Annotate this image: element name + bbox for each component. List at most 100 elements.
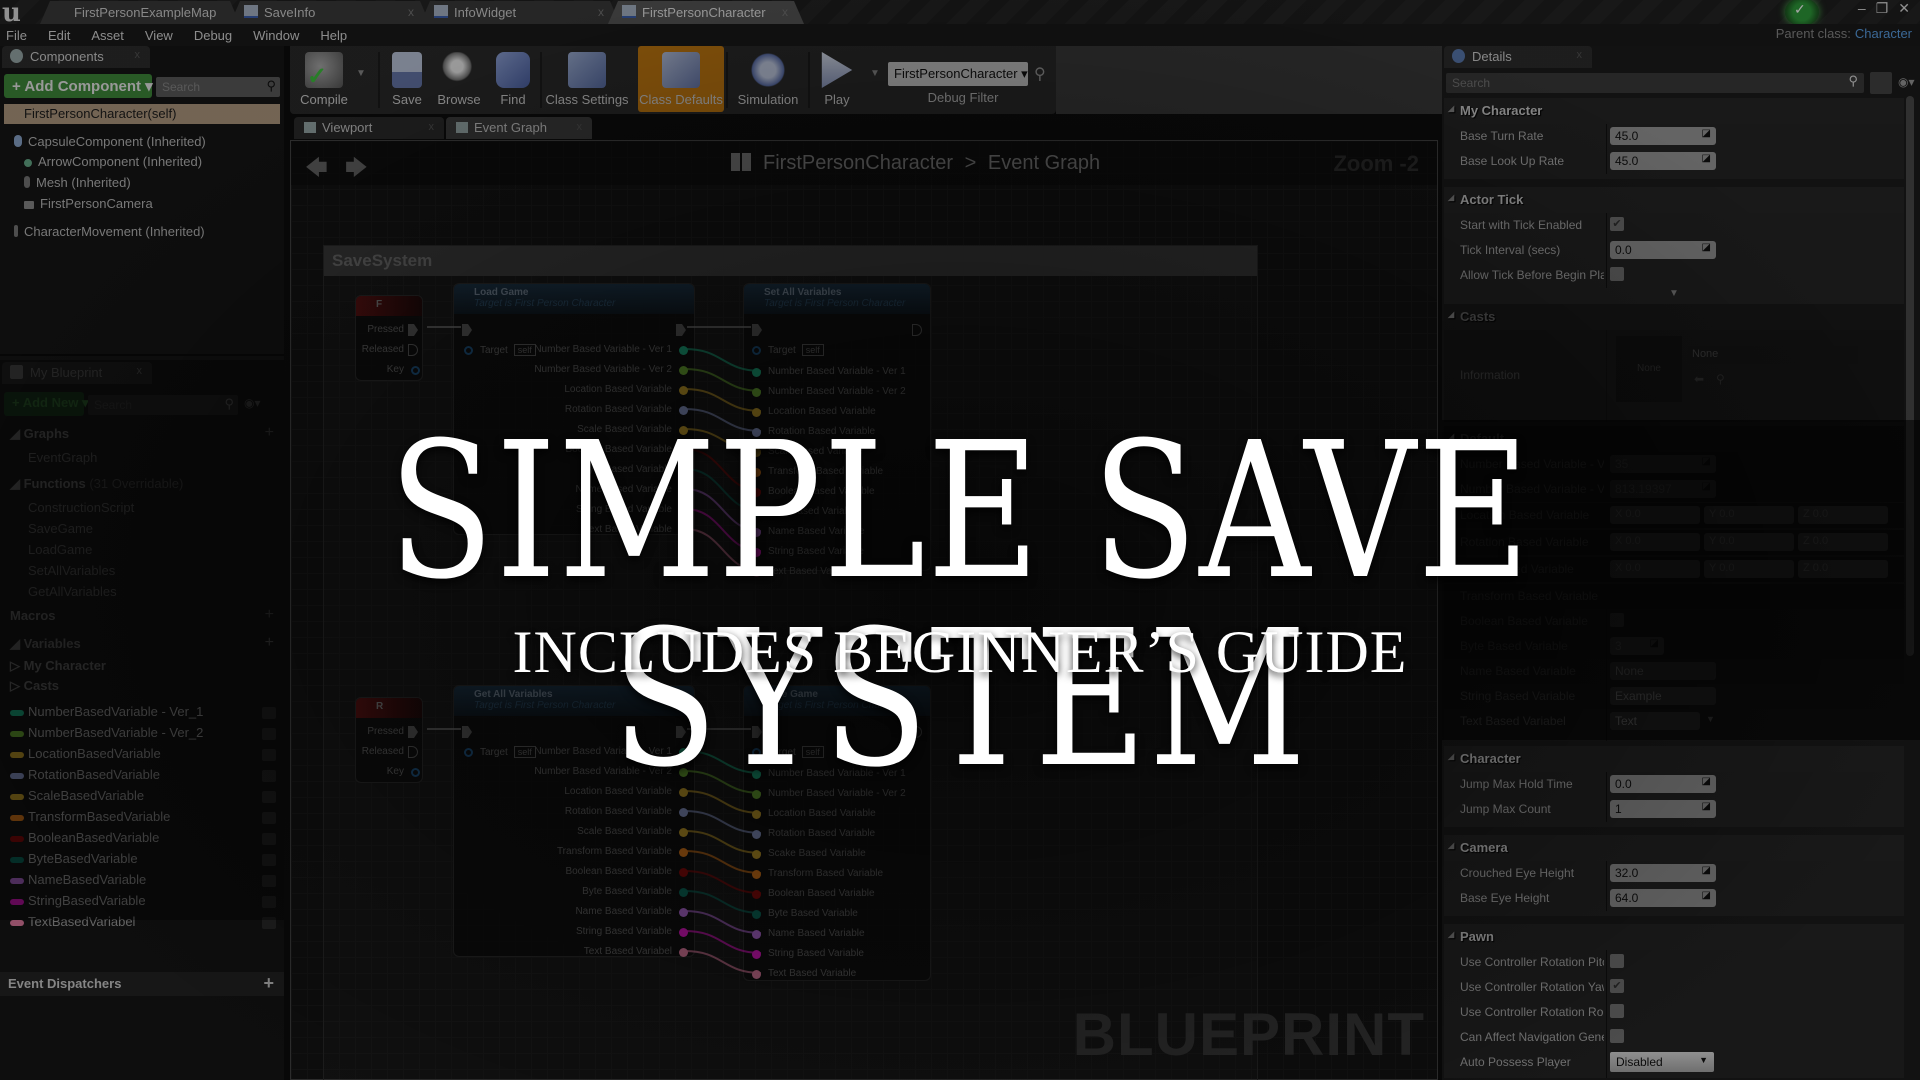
column-splitter[interactable] <box>1606 975 1607 1000</box>
vector-z-field[interactable]: Z 0.0 <box>1798 506 1888 524</box>
menu-asset[interactable]: Asset <box>91 28 124 43</box>
number-field[interactable]: 45.0 <box>1610 127 1716 145</box>
checkbox[interactable] <box>1610 1029 1624 1043</box>
details-tab[interactable]: Details x <box>1444 46 1592 68</box>
data-pin[interactable]: Transform Based Variable <box>752 868 883 879</box>
data-pin[interactable]: Scake Based Variable <box>752 848 866 859</box>
visibility-toggle-icon[interactable] <box>262 875 276 887</box>
data-pin[interactable]: Number Based Variable - Ver 1 <box>752 366 906 377</box>
data-pin[interactable]: Text Based Variable <box>752 968 856 979</box>
data-pin[interactable]: Scale Based Variable <box>577 826 688 837</box>
data-pin[interactable]: Number Based Variable - Ver 2 <box>752 386 906 397</box>
menu-help[interactable]: Help <box>320 28 347 43</box>
view-options-icon[interactable]: ◉▾ <box>244 396 261 410</box>
close-icon[interactable]: x <box>135 49 141 61</box>
function-item[interactable]: ConstructionScript <box>28 500 134 515</box>
close-icon[interactable]: x <box>1577 49 1583 61</box>
data-pin[interactable]: Transform Based Variable <box>557 846 688 857</box>
tab-event-graph[interactable]: Event Graph x <box>446 117 592 139</box>
data-pin[interactable]: String Based Variable <box>576 926 688 937</box>
number-field[interactable]: 64.0 <box>1610 889 1716 907</box>
event-dispatchers-section-header[interactable]: Event Dispatchers + <box>0 972 284 996</box>
visibility-toggle-icon[interactable] <box>262 833 276 845</box>
tab-viewport[interactable]: Viewport x <box>294 117 444 139</box>
menu-file[interactable]: File <box>6 28 27 43</box>
data-pin[interactable]: Rotation Based Variable <box>752 828 875 839</box>
compile-button[interactable]: ✓ Compile <box>294 46 354 112</box>
component-item[interactable]: CharacterMovement (Inherited) <box>14 224 205 239</box>
my-blueprint-search-input[interactable]: Search ⚲ <box>88 395 238 415</box>
add-new-button[interactable]: + Add New ▾ <box>4 392 88 416</box>
checkbox[interactable] <box>1610 267 1624 281</box>
variable-item[interactable]: NameBasedVariable <box>0 872 284 893</box>
data-pin[interactable]: Byte Based Variable <box>752 908 858 919</box>
breadcrumb-root[interactable]: FirstPersonCharacter <box>763 152 953 174</box>
checkbox[interactable] <box>1610 954 1624 968</box>
minimize-button[interactable]: – <box>1858 0 1866 17</box>
data-pin[interactable]: Location Based Variable <box>752 808 876 819</box>
column-splitter[interactable] <box>1606 886 1607 911</box>
forward-arrow-icon[interactable]: 🡆 <box>345 151 368 189</box>
variable-item[interactable]: StringBasedVariable <box>0 893 284 914</box>
function-item[interactable]: LoadGame <box>28 542 92 557</box>
back-arrow-icon[interactable]: 🡄 <box>305 151 328 189</box>
close-icon[interactable]: x <box>429 121 435 133</box>
maximize-button[interactable]: ❐ <box>1876 0 1889 17</box>
key-f-event-node[interactable]: F Pressed Released Key <box>355 295 423 381</box>
play-button[interactable]: Play <box>812 46 862 112</box>
data-pin[interactable]: Boolean Based Variable <box>565 866 688 877</box>
column-splitter[interactable] <box>1606 124 1607 149</box>
save-button[interactable]: Save <box>382 46 432 112</box>
data-pin[interactable]: Number Based Variable - Ver 2 <box>534 364 688 375</box>
component-item[interactable]: CapsuleComponent (Inherited) <box>14 134 206 149</box>
category-casts[interactable]: Casts <box>1444 304 1904 330</box>
use-selected-arrow-icon[interactable]: ⬅ <box>1694 372 1704 386</box>
function-item[interactable]: SaveGame <box>28 521 93 536</box>
components-search-input[interactable]: Search ⚲ <box>156 77 280 97</box>
category-pawn[interactable]: Pawn <box>1444 924 1904 950</box>
property-matrix-icon[interactable] <box>1870 72 1892 94</box>
parent-class-link[interactable]: Character <box>1855 26 1912 41</box>
tab-save-info[interactable]: SaveInfo x <box>230 1 430 24</box>
column-splitter[interactable] <box>1606 1025 1607 1050</box>
close-icon[interactable]: x <box>577 121 583 133</box>
data-pin[interactable]: Boolean Based Variable <box>752 888 875 899</box>
tab-info-widget[interactable]: InfoWidget x <box>420 1 620 24</box>
variable-item[interactable]: ByteBasedVariable <box>0 851 284 872</box>
exec-in-pin[interactable] <box>462 324 472 336</box>
auto-possess-select[interactable]: Disabled <box>1610 1052 1714 1072</box>
key-pin[interactable]: Key <box>387 364 420 375</box>
target-pin[interactable]: Target self <box>752 344 824 356</box>
checkbox[interactable]: ✔ <box>1610 979 1624 993</box>
vector-z-field[interactable]: Z 0.0 <box>1798 560 1888 578</box>
close-icon[interactable]: x <box>782 5 788 19</box>
pressed-pin[interactable]: Pressed <box>367 324 418 336</box>
target-pin[interactable]: Target self <box>464 344 536 356</box>
variable-item[interactable]: TextBasedVariabel <box>0 914 284 935</box>
simulation-button[interactable]: Simulation <box>730 46 806 112</box>
find-button[interactable]: Find <box>488 46 538 112</box>
menu-debug[interactable]: Debug <box>194 28 232 43</box>
data-pin[interactable]: String Based Variable <box>752 948 864 959</box>
data-pin[interactable]: Name Based Variable <box>752 928 865 939</box>
variable-item[interactable]: TransformBasedVariable <box>0 809 284 830</box>
column-splitter[interactable] <box>1606 213 1607 238</box>
play-options-dropdown[interactable]: ▼ <box>870 68 880 79</box>
details-scrollbar[interactable] <box>1906 96 1914 656</box>
column-splitter[interactable] <box>1606 797 1607 822</box>
close-icon[interactable]: x <box>598 5 604 19</box>
component-self[interactable]: FirstPersonCharacter(self) <box>4 104 280 124</box>
close-icon[interactable]: x <box>137 365 143 377</box>
visibility-toggle-icon[interactable] <box>262 854 276 866</box>
checkbox[interactable]: ✔ <box>1610 217 1624 231</box>
number-field[interactable]: 0.0 <box>1610 241 1716 259</box>
column-splitter[interactable] <box>1606 149 1607 174</box>
tab-first-person-character[interactable]: FirstPersonCharacter x <box>608 1 804 24</box>
asset-thumbnail[interactable]: None <box>1616 336 1682 402</box>
vector-z-field[interactable]: Z 0.0 <box>1798 533 1888 551</box>
add-dispatcher-icon[interactable]: + <box>263 973 274 994</box>
released-pin[interactable]: Released <box>362 344 418 356</box>
exec-out-pin[interactable] <box>676 324 686 336</box>
column-splitter[interactable] <box>1606 1000 1607 1025</box>
category-actor-tick[interactable]: Actor Tick <box>1444 187 1904 213</box>
